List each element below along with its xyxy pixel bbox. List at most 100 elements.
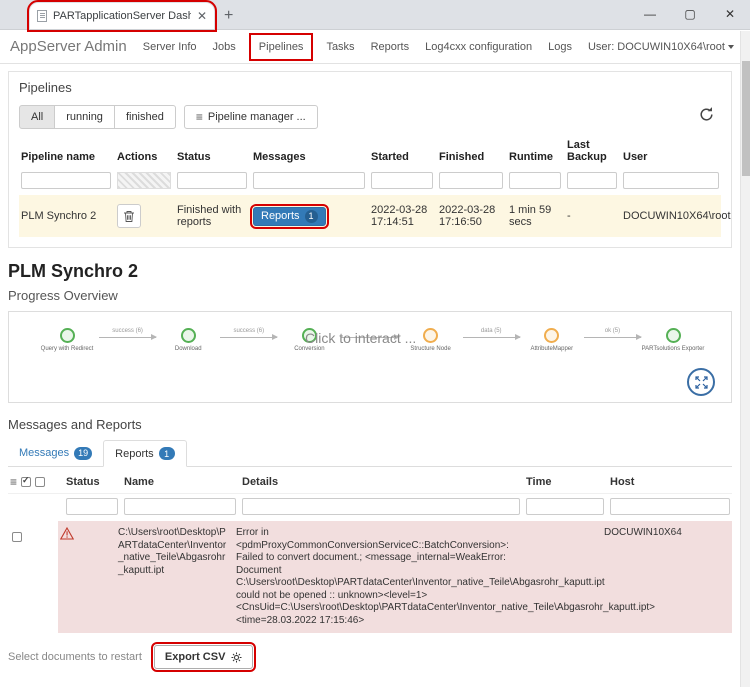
col-started: Started <box>371 151 433 163</box>
col-finished: Finished <box>439 151 503 163</box>
expand-icon <box>695 376 708 389</box>
filter-started-input[interactable] <box>371 172 433 189</box>
filter-runtime-input[interactable] <box>509 172 561 189</box>
node-circle <box>544 328 559 343</box>
reports-footer: Select documents to restart Export CSV <box>8 645 732 669</box>
tab-close-icon[interactable]: ✕ <box>197 10 207 22</box>
col-report-details: Details <box>242 476 520 488</box>
filter-finished-input[interactable] <box>439 172 503 189</box>
nav-jobs[interactable]: Jobs <box>213 41 236 53</box>
warning-icon <box>60 527 74 540</box>
report-host: DOCUWIN10X64 <box>604 527 730 627</box>
col-pipeline-name: Pipeline name <box>21 151 111 163</box>
trash-icon <box>123 210 135 223</box>
filter-user-input[interactable] <box>623 172 719 189</box>
pipeline-row[interactable]: PLM Synchro 2 Finished with reports Repo… <box>19 195 721 237</box>
pipeline-last-backup: - <box>567 210 617 222</box>
node-exporter: PARTsolutions Exporter <box>641 328 705 353</box>
filter-finished-button[interactable]: finished <box>115 105 176 129</box>
pipelines-toolbar: All running finished ≡ Pipeline manager … <box>19 105 721 129</box>
report-row[interactable]: C:\Users\root\Desktop\PARTdataCenter\Inv… <box>8 521 732 633</box>
report-time <box>520 527 598 627</box>
click-to-interact-label: Click to interact ... <box>305 330 416 346</box>
minimize-icon[interactable]: — <box>630 0 670 28</box>
col-report-name: Name <box>124 476 236 488</box>
report-row-checkbox[interactable] <box>12 532 22 542</box>
progress-overview-label: Progress Overview <box>8 288 732 303</box>
nav-pipelines[interactable]: Pipelines <box>252 36 311 58</box>
nav-log4cxx[interactable]: Log4cxx configuration <box>425 41 532 53</box>
filter-report-host-input[interactable] <box>610 498 730 515</box>
pipeline-started: 2022-03-28 17:14:51 <box>371 204 433 228</box>
messages-reports-title: Messages and Reports <box>8 417 732 432</box>
refresh-icon[interactable] <box>698 106 715 128</box>
col-report-status: Status <box>66 476 118 488</box>
edge-5: ok (5) <box>584 337 641 338</box>
tab-title: PARTapplicationServer Dashboa <box>53 10 191 22</box>
pipeline-user: DOCUWIN10X64\root <box>623 210 731 222</box>
close-icon[interactable]: ✕ <box>710 0 750 28</box>
filter-button-group: All running finished <box>19 105 176 129</box>
node-download: Download <box>156 328 220 353</box>
filter-report-time-input[interactable] <box>526 498 604 515</box>
pipeline-diagram[interactable]: Query with Redirect success (6) Download… <box>8 311 732 403</box>
col-status: Status <box>177 151 247 163</box>
node-circle <box>423 328 438 343</box>
deselect-all-checkbox[interactable] <box>35 477 45 487</box>
gear-icon <box>231 652 242 663</box>
tab-reports[interactable]: Reports 1 <box>103 440 187 467</box>
restart-label: Select documents to restart <box>8 651 142 663</box>
filter-all-button[interactable]: All <box>19 105 55 129</box>
messages-count-badge: 19 <box>74 447 92 460</box>
filter-report-details-input[interactable] <box>242 498 520 515</box>
maximize-icon[interactable]: ▢ <box>670 0 710 28</box>
nav-logs[interactable]: Logs <box>548 41 572 53</box>
node-circle <box>60 328 75 343</box>
col-last-backup: Last Backup <box>567 139 617 163</box>
edge-4: data (5) <box>463 337 520 338</box>
edge-1: success (6) <box>99 337 156 338</box>
nav-reports[interactable]: Reports <box>371 41 410 53</box>
filter-last-backup-input[interactable] <box>567 172 617 189</box>
detail-title: PLM Synchro 2 <box>8 261 732 282</box>
pipeline-manager-button[interactable]: ≡ Pipeline manager ... <box>184 105 318 129</box>
tab-messages[interactable]: Messages 19 <box>8 440 103 466</box>
columns-menu-icon[interactable]: ≡ <box>10 476 17 488</box>
user-menu[interactable]: User: DOCUWIN10X64\root <box>588 41 734 53</box>
pipelines-filter-row <box>19 169 721 195</box>
filter-report-status-input[interactable] <box>66 498 118 515</box>
filter-actions-disabled <box>117 172 171 189</box>
filter-status-input[interactable] <box>177 172 247 189</box>
filter-pipeline-name-input[interactable] <box>21 172 111 189</box>
window-controls: — ▢ ✕ <box>630 0 750 30</box>
filter-report-name-input[interactable] <box>124 498 236 515</box>
fullscreen-button[interactable] <box>687 368 715 396</box>
delete-pipeline-button[interactable] <box>117 204 141 228</box>
browser-tab[interactable]: PARTapplicationServer Dashboa ✕ <box>30 3 214 29</box>
col-actions: Actions <box>117 151 171 163</box>
col-report-time: Time <box>526 476 604 488</box>
app-header: AppServer Admin Server Info Jobs Pipelin… <box>0 30 750 64</box>
nav-tasks[interactable]: Tasks <box>326 41 354 53</box>
pipeline-finished: 2022-03-28 17:16:50 <box>439 204 503 228</box>
filter-running-button[interactable]: running <box>55 105 115 129</box>
select-all-checkbox[interactable] <box>21 477 31 487</box>
tab-favicon-icon <box>37 10 47 22</box>
list-icon: ≡ <box>196 111 203 123</box>
page-scrollbar[interactable] <box>740 31 750 687</box>
browser-chrome: PARTapplicationServer Dashboa ✕ + — ▢ ✕ <box>0 0 750 30</box>
app-brand: AppServer Admin <box>10 38 127 55</box>
nav-server-info[interactable]: Server Info <box>143 41 197 53</box>
user-label: User: DOCUWIN10X64\root <box>588 41 725 53</box>
scrollbar-thumb[interactable] <box>742 61 750 176</box>
node-attributemapper: AttributeMapper <box>520 328 584 353</box>
filter-messages-input[interactable] <box>253 172 365 189</box>
export-csv-button[interactable]: Export CSV <box>154 645 254 669</box>
node-circle <box>181 328 196 343</box>
new-tab-button[interactable]: + <box>224 7 233 25</box>
chevron-down-icon <box>728 45 734 49</box>
pipelines-title: Pipelines <box>19 80 721 95</box>
page-content: Pipelines All running finished ≡ Pipelin… <box>0 65 740 687</box>
reports-button[interactable]: Reports 1 <box>253 207 326 226</box>
node-query: Query with Redirect <box>35 328 99 353</box>
